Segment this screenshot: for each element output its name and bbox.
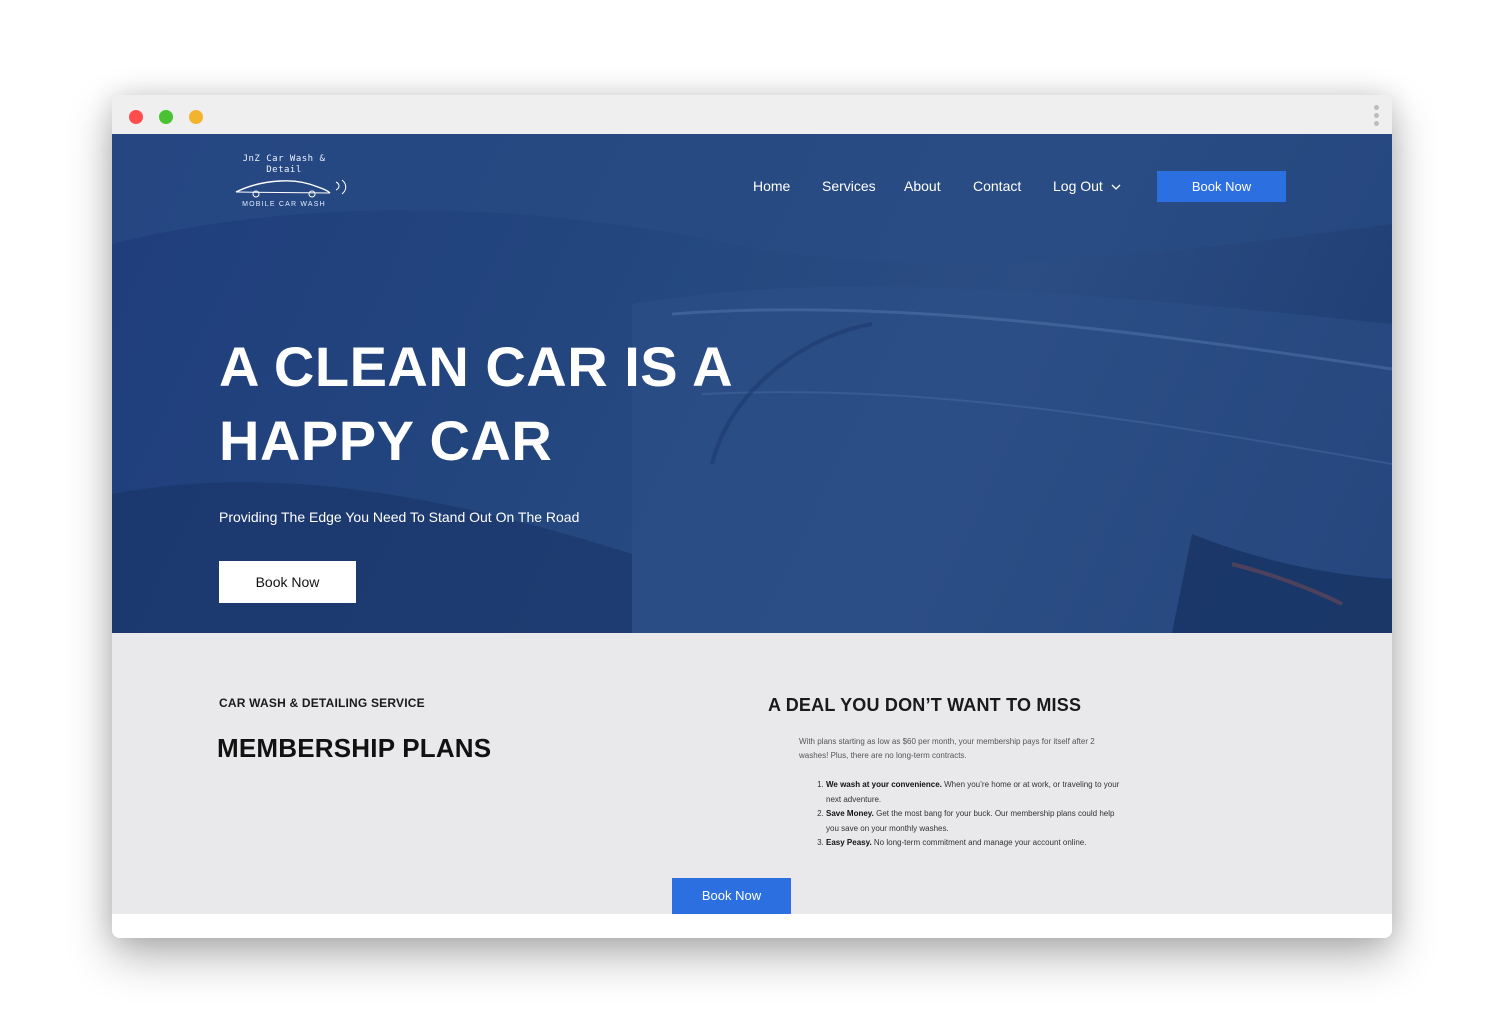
nav-home-link[interactable]: Home <box>753 177 790 195</box>
chevron-down-icon <box>1111 184 1121 191</box>
deal-intro-text: With plans starting as low as $60 per mo… <box>799 737 1095 760</box>
browser-window: JnZ Car Wash & Detail MOBILE CAR WASH Ho… <box>112 95 1392 938</box>
nav-contact-link[interactable]: Contact <box>973 177 1021 195</box>
hero-section: JnZ Car Wash & Detail MOBILE CAR WASH Ho… <box>112 134 1392 633</box>
nav-logout-label: Log Out <box>1053 178 1103 194</box>
deal-book-now-button[interactable]: Book Now <box>672 878 791 914</box>
membership-plans-title: MEMBERSHIP PLANS <box>217 733 492 763</box>
minimize-window-button[interactable] <box>189 110 203 124</box>
deal-benefits-list: We wash at your convenience. When you’re… <box>812 778 1126 851</box>
hero-title: A CLEAN CAR IS A HAPPY CAR <box>219 335 731 472</box>
nav-services-link[interactable]: Services <box>822 177 876 195</box>
more-options-icon[interactable] <box>1372 105 1380 129</box>
site-logo[interactable]: JnZ Car Wash & Detail MOBILE CAR WASH <box>224 152 354 214</box>
hero-book-now-button[interactable]: Book Now <box>219 561 356 603</box>
list-item: We wash at your convenience. When you’re… <box>826 778 1126 807</box>
list-item: Save Money. Get the most bang for your b… <box>826 807 1126 836</box>
deal-title: A DEAL YOU DON’T WANT TO MISS <box>768 695 1082 715</box>
header-book-now-button[interactable]: Book Now <box>1157 171 1286 202</box>
page-bottom-edge <box>112 914 1392 938</box>
membership-section: CAR WASH & DETAILING SERVICE MEMBERSHIP … <box>112 633 1392 938</box>
maximize-window-button[interactable] <box>159 110 173 124</box>
list-item: Easy Peasy. No long-term commitment and … <box>826 836 1126 851</box>
logo-tagline: MOBILE CAR WASH <box>242 201 326 208</box>
browser-titlebar <box>112 95 1392 134</box>
close-window-button[interactable] <box>129 110 143 124</box>
nav-logout-menu[interactable]: Log Out <box>1053 177 1121 195</box>
car-logo-icon <box>235 179 347 198</box>
section-eyebrow: CAR WASH & DETAILING SERVICE <box>219 696 425 710</box>
logo-text-line1: JnZ Car Wash & <box>242 154 326 164</box>
hero-subtitle: Providing The Edge You Need To Stand Out… <box>219 509 580 525</box>
nav-about-link[interactable]: About <box>904 177 941 195</box>
